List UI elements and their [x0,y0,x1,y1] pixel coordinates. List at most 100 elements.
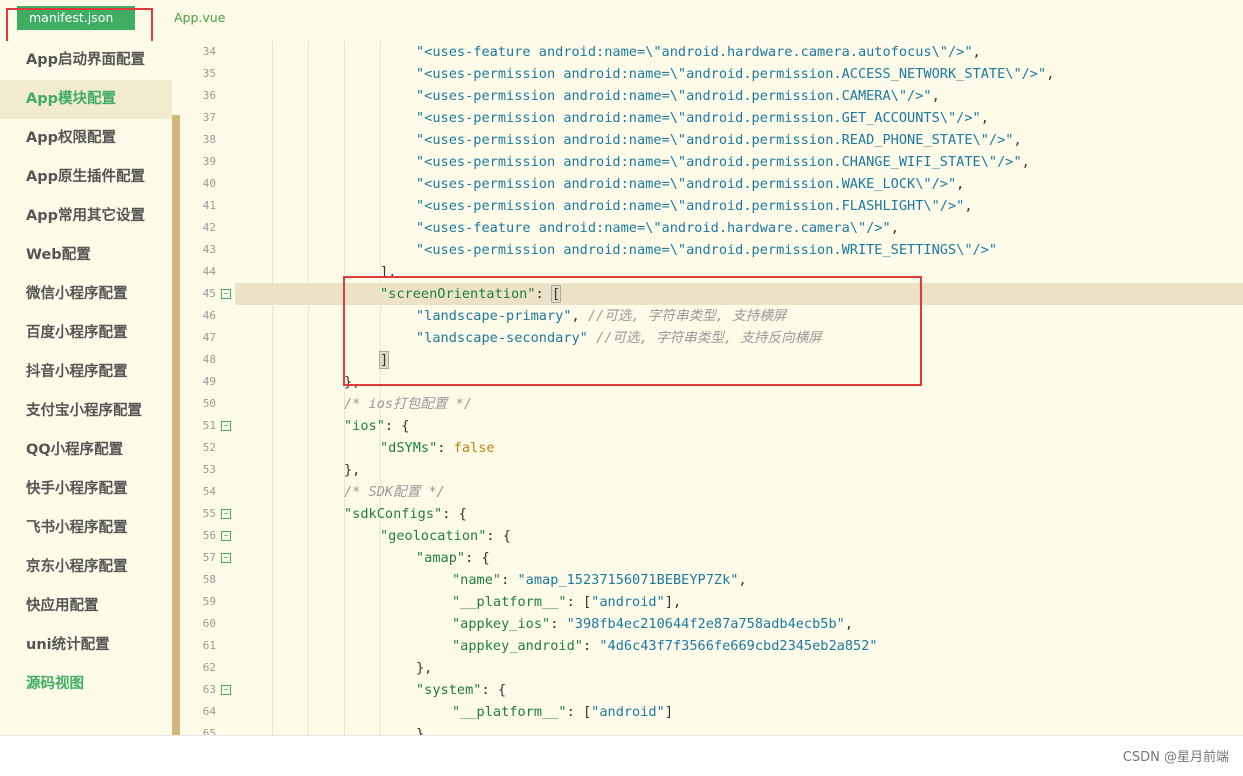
code-text: "<uses-permission android:name=\"android… [416,173,964,195]
code-text: "<uses-feature android:name=\"android.ha… [416,217,899,239]
code-line: 63− "system": { [180,679,1243,701]
code-line: 39 "<uses-permission android:name=\"andro… [180,151,1243,173]
line-number: 53 [202,463,216,476]
sidebar-item[interactable]: 微信小程序配置 [0,275,172,314]
line-number: 55 [202,507,216,520]
sidebar-item[interactable]: 抖音小程序配置 [0,353,172,392]
code-token: "<uses-feature android:name=\"android.ha… [416,44,973,60]
code-line: 37 "<uses-permission android:name=\"andro… [180,107,1243,129]
sidebar-item[interactable]: App启动界面配置 [0,41,172,80]
sidebar-item[interactable]: 飞书小程序配置 [0,509,172,548]
fold-toggle-icon[interactable]: − [221,531,231,541]
code-token: "ios" [344,418,385,434]
line-number: 46 [202,309,216,322]
code-text: "<uses-permission android:name=\"android… [416,195,973,217]
code-token: "dSYMs" [380,440,438,456]
code-token: , [956,176,965,192]
code-line: 51− "ios": { [180,415,1243,437]
code-token: "<uses-permission android:name=\"android… [416,198,965,214]
code-token: : [ [566,594,592,610]
sidebar-item[interactable]: 支付宝小程序配置 [0,392,172,431]
fold-toggle-icon[interactable]: − [221,553,231,563]
code-token: , [1021,154,1030,170]
code-text: }, [416,657,432,679]
sidebar-item[interactable]: App原生插件配置 [0,158,172,197]
code-line: 38 "<uses-permission android:name=\"andro… [180,129,1243,151]
sidebar-item[interactable]: 快应用配置 [0,587,172,626]
line-number: 65 [202,727,216,735]
code-text: /* SDK配置 */ [344,481,445,503]
sidebar-item[interactable]: uni统计配置 [0,626,172,665]
sidebar-item[interactable]: 京东小程序配置 [0,548,172,587]
line-number: 63 [202,683,216,696]
sidebar-item[interactable]: 源码视图 [0,665,172,704]
sidebar-item[interactable]: 快手小程序配置 [0,470,172,509]
code-text: "<uses-feature android:name=\"android.ha… [416,41,981,63]
sidebar-item[interactable]: App权限配置 [0,119,172,158]
code-token: "name" [452,572,502,588]
sidebar-item[interactable]: App常用其它设置 [0,197,172,236]
sidebar-item[interactable]: QQ小程序配置 [0,431,172,470]
fold-toggle-icon[interactable]: − [221,685,231,695]
code-text: "sdkConfigs": { [344,503,467,525]
code-token: : { [481,682,507,698]
line-number: 35 [202,67,216,80]
sidebar-scrollbar[interactable] [172,115,180,735]
code-text: "<uses-permission android:name=\"android… [416,85,940,107]
line-number: 40 [202,177,216,190]
tab-app-vue[interactable]: App.vue [162,6,237,30]
fold-toggle-icon[interactable]: − [221,509,231,519]
code-token: : [437,440,454,456]
code-line: 36 "<uses-permission android:name=\"andro… [180,85,1243,107]
code-token: : { [465,550,490,566]
fold-toggle-icon[interactable]: − [221,421,231,431]
line-number: 62 [202,661,216,674]
code-token: "<uses-permission android:name=\"android… [416,176,957,192]
line-number: 64 [202,705,216,718]
code-line: 34 "<uses-feature android:name=\"android.… [180,41,1243,63]
code-token: }, [344,462,361,478]
code-token: , [890,220,899,236]
code-line: 40 "<uses-permission android:name=\"andro… [180,173,1243,195]
code-token: "android" [591,594,665,610]
line-number: 52 [202,441,216,454]
code-token: "geolocation" [380,528,487,544]
annotation-box-tab [6,8,153,45]
footer: CSDN @星月前端 [0,735,1243,776]
code-token: "4d6c43f7f3566fe669cbd2345eb2a852" [599,638,878,654]
code-line: 54 /* SDK配置 */ [180,481,1243,503]
watermark: CSDN @星月前端 [1122,750,1229,765]
code-token: "<uses-permission android:name=\"android… [416,132,1014,148]
sidebar-item[interactable]: App模块配置 [0,80,172,119]
code-line: 62}, [180,657,1243,679]
code-token: , [1046,66,1055,82]
code-text: "name": "amap_15237156071BEBEYP7Zk", [452,569,747,591]
code-token: "398fb4ec210644f2e87a758adb4ecb5b" [566,616,845,632]
code-token: /* SDK配置 */ [344,484,445,500]
line-number: 47 [202,331,216,344]
code-text: "ios": { [344,415,409,437]
code-token: , [738,572,747,588]
line-number: 34 [202,45,216,58]
code-token: "<uses-permission android:name=\"android… [416,88,932,104]
code-token: , [964,198,973,214]
code-text: "<uses-permission android:name=\"android… [416,129,1022,151]
code-token: }, [416,660,433,676]
code-token: "<uses-permission android:name=\"android… [416,154,1022,170]
code-text: "appkey_android": "4d6c43f7f3566fe669cbd… [452,635,878,657]
code-token: "<uses-feature android:name=\"android.ha… [416,220,891,236]
line-number: 61 [202,639,216,652]
fold-toggle-icon[interactable]: − [221,289,231,299]
line-number: 59 [202,595,216,608]
code-text: "amap": { [416,547,490,569]
sidebar-item[interactable]: Web配置 [0,236,172,275]
code-token: , [972,44,981,60]
sidebar-item[interactable]: 百度小程序配置 [0,314,172,353]
code-token: ] [664,704,673,720]
code-editor[interactable]: 34 "<uses-feature android:name=\"android.… [180,41,1243,735]
code-token: false [453,440,495,456]
code-line: 42 "<uses-feature android:name=\"android.… [180,217,1243,239]
code-token: : { [384,418,410,434]
line-number: 36 [202,89,216,102]
code-line: 65} [180,723,1243,735]
